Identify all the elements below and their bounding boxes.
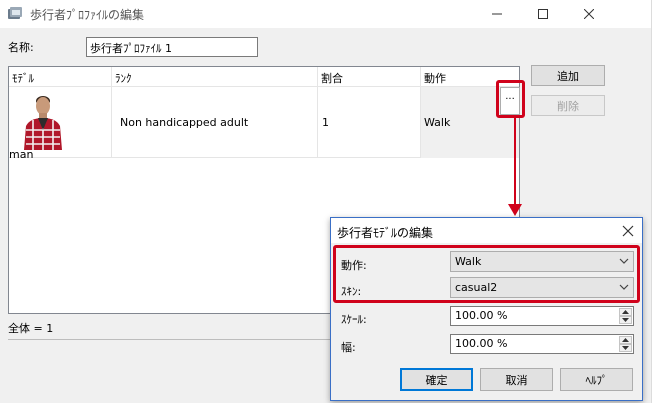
ok-button[interactable]: 確定 [400,368,473,391]
dialog-title: 歩行者ﾓﾃﾞﾙの編集 [337,226,434,240]
ratio-cell[interactable]: 1 [318,87,421,158]
width-label: 幅: [341,341,356,354]
spin-down-button[interactable] [619,344,632,352]
minimize-icon [492,13,502,15]
column-header-model[interactable]: ﾓﾃﾞﾙ [9,67,112,87]
dialog-titlebar: 歩行者ﾓﾃﾞﾙの編集 [331,218,642,243]
spin-down-icon [622,346,629,350]
scale-label: ｽｹｰﾙ: [341,313,367,326]
spin-up-icon [622,310,629,314]
ratio-value: 1 [322,116,329,129]
app-icon [8,7,22,19]
name-label: 名称: [8,41,34,54]
delete-button[interactable]: 削除 [531,95,605,116]
rank-cell[interactable]: Non handicapped adult [112,87,318,158]
spin-down-button[interactable] [619,316,632,324]
close-button[interactable] [566,0,612,28]
close-icon [584,9,594,19]
minimize-button[interactable] [474,0,520,28]
model-name: man [9,148,34,161]
cancel-button[interactable]: 取消 [480,368,553,391]
spin-up-icon [622,338,629,342]
name-input[interactable]: 歩行者ﾌﾟﾛﾌｧｲﾙ 1 [86,37,258,57]
skin-select-value: casual2 [455,281,498,294]
motion-select-value: Walk [455,255,482,268]
table-row[interactable]: man Non handicapped adult 1 Walk [9,87,519,161]
column-header-ratio[interactable]: 割合 [318,67,421,87]
motion-label: 動作: [341,259,367,272]
skin-label: ｽｷﾝ: [341,285,362,298]
help-button[interactable]: ﾍﾙﾌﾟ [560,368,633,391]
scale-value: 100.00 % [455,309,508,322]
width-spin-buttons [619,336,632,352]
edit-pedestrian-model-dialog[interactable]: 歩行者ﾓﾃﾞﾙの編集 動作: Walk ｽｷﾝ: casual2 ｽｹｰﾙ: 1… [330,217,643,401]
window-title: 歩行者ﾌﾟﾛﾌｧｲﾙの編集 [30,8,145,22]
chevron-down-icon [619,284,629,290]
scale-spinbox[interactable]: 100.00 % [450,306,634,326]
add-button[interactable]: 追加 [531,65,605,86]
maximize-icon [538,9,548,19]
motion-select[interactable]: Walk [450,251,634,272]
spin-up-button[interactable] [619,336,632,344]
model-cell[interactable]: man [9,87,112,161]
chevron-down-icon [619,258,629,264]
spin-up-button[interactable] [619,308,632,316]
column-header-motion[interactable]: 動作 [421,67,519,87]
maximize-button[interactable] [520,0,566,28]
spin-down-icon [622,318,629,322]
grid-header: ﾓﾃﾞﾙ ﾗﾝｸ 割合 動作 [9,67,519,87]
width-spinbox[interactable]: 100.00 % [450,334,634,354]
arrow-down-icon [508,118,522,216]
total-label: 全体 = 1 [8,322,54,335]
skin-select[interactable]: casual2 [450,277,634,298]
width-value: 100.00 % [455,337,508,350]
pedestrian-avatar-icon [24,96,62,150]
scale-spin-buttons [619,308,632,324]
rank-value: Non handicapped adult [120,116,249,129]
divider [8,339,330,340]
motion-value: Walk [424,116,451,129]
main-titlebar: 歩行者ﾌﾟﾛﾌｧｲﾙの編集 [0,0,652,28]
close-icon[interactable] [620,223,636,239]
column-header-rank[interactable]: ﾗﾝｸ [112,67,318,87]
